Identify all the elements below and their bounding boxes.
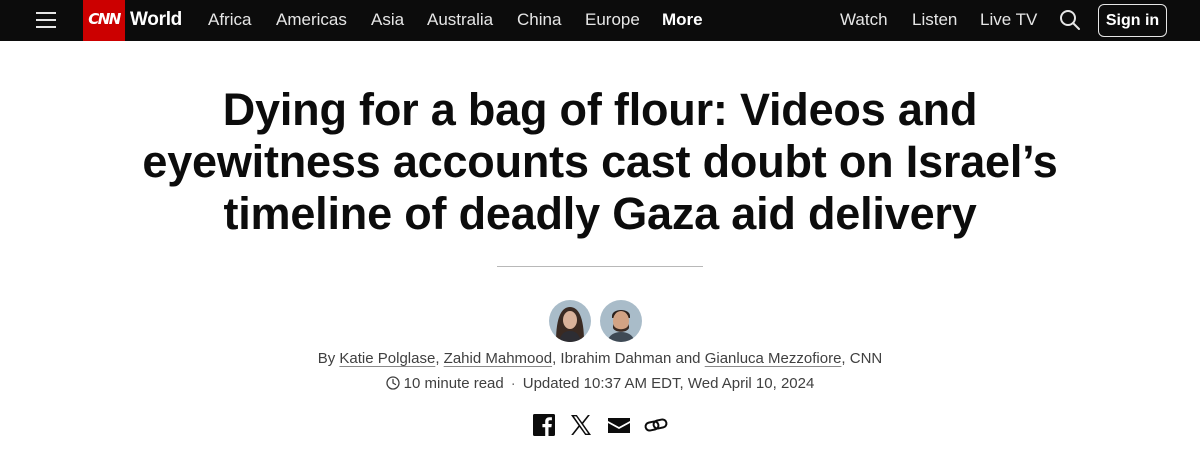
byline-outlet: CNN <box>849 350 883 367</box>
byline-separator: , <box>841 350 846 367</box>
article-meta: 10 minute read · Updated 10:37 AM EDT, Wed… <box>0 375 1200 392</box>
nav-link-watch[interactable]: Watch <box>840 10 888 30</box>
nav-item-europe[interactable]: Europe <box>585 10 640 30</box>
section-title[interactable]: World <box>130 9 182 31</box>
byline-prefix: By <box>317 350 336 367</box>
author-link-zahid-mahmood[interactable]: Zahid Mahmood <box>444 350 552 367</box>
menu-icon[interactable] <box>36 11 56 29</box>
nav-item-australia[interactable]: Australia <box>427 10 493 30</box>
read-time: 10 minute read <box>403 375 504 392</box>
sign-in-button[interactable]: Sign in <box>1098 4 1167 37</box>
link-icon[interactable] <box>644 413 668 437</box>
email-icon[interactable] <box>607 413 631 437</box>
byline-separator: , <box>435 350 440 367</box>
updated-timestamp: Updated 10:37 AM EDT, Wed April 10, 2024 <box>522 375 815 392</box>
author-link-katie-polglase[interactable]: Katie Polglase <box>339 350 435 367</box>
facebook-icon[interactable] <box>532 413 556 437</box>
cnn-logo[interactable]: CNN <box>83 0 125 41</box>
author-avatar[interactable] <box>600 300 642 342</box>
nav-link-live-tv[interactable]: Live TV <box>980 10 1037 30</box>
byline-separator: and <box>675 350 701 367</box>
clock-icon <box>386 376 400 390</box>
nav-item-more[interactable]: More <box>662 10 703 30</box>
cnn-logo-text: CNN <box>88 10 121 28</box>
top-nav-bar: CNN World Africa Americas Asia Australia… <box>0 0 1200 41</box>
search-icon[interactable] <box>1059 9 1081 31</box>
author-avatar[interactable] <box>549 300 591 342</box>
nav-link-listen[interactable]: Listen <box>912 10 957 30</box>
byline-separator: , <box>552 350 557 367</box>
author-link-gianluca-mezzofiore[interactable]: Gianluca Mezzofiore <box>705 350 842 367</box>
article-headline: Dying for a bag of flour: Videos and eye… <box>142 84 1058 239</box>
nav-item-africa[interactable]: Africa <box>208 10 251 30</box>
headline-divider <box>497 266 703 267</box>
nav-item-china[interactable]: China <box>517 10 561 30</box>
nav-item-asia[interactable]: Asia <box>371 10 404 30</box>
x-icon[interactable] <box>569 413 593 437</box>
byline: By Katie Polglase, Zahid Mahmood, Ibrahi… <box>0 350 1200 367</box>
nav-item-americas[interactable]: Americas <box>276 10 347 30</box>
author-name-ibrahim-dahman: Ibrahim Dahman <box>560 350 672 367</box>
meta-separator-dot: · <box>510 375 516 392</box>
